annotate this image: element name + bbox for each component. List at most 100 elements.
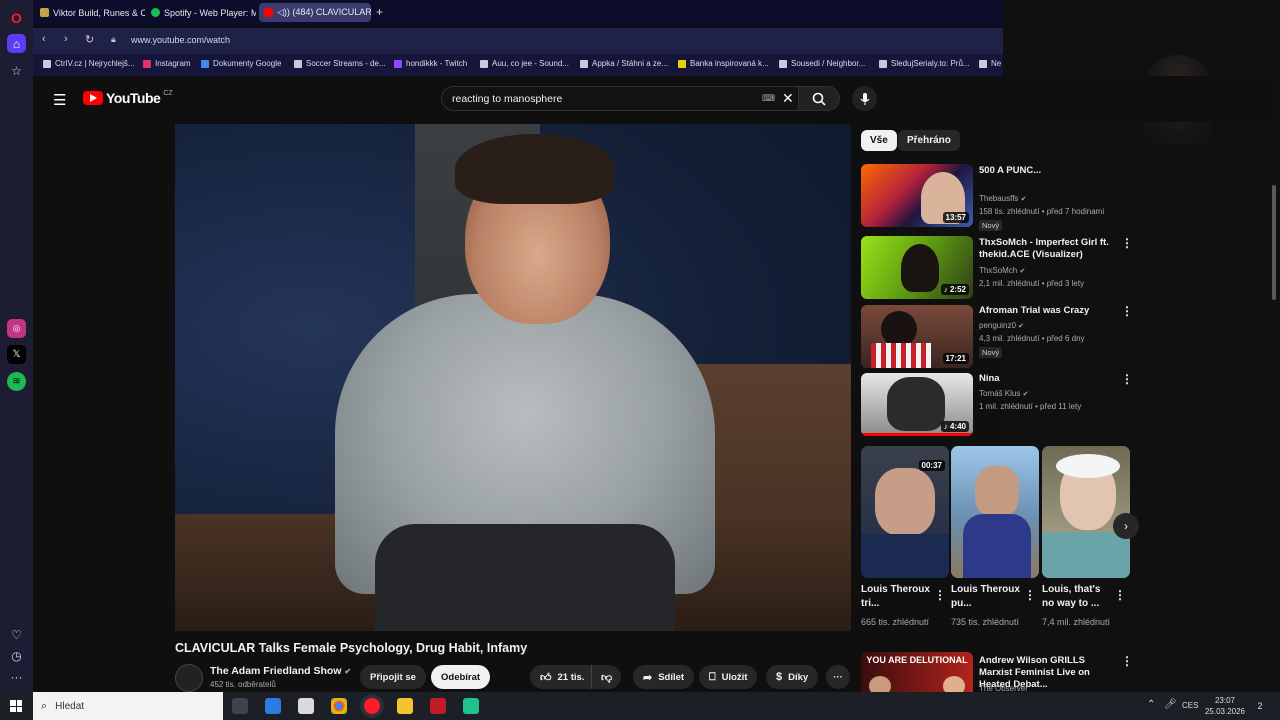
notifications-icon[interactable]: 2 — [1252, 698, 1268, 714]
recommendation-channel[interactable]: penguinz0 ✔ — [979, 321, 1024, 330]
chip-watched[interactable]: Přehráno — [898, 130, 960, 151]
search-icon: ⌕ — [41, 699, 48, 712]
recommendation-channel[interactable]: Tomáš Klus ✔ — [979, 389, 1028, 398]
more-vert-icon[interactable]: ⋮ — [1121, 305, 1133, 317]
bookmark-item[interactable]: SledujSerialy.to: Prů... — [879, 59, 970, 68]
recommendation-thumbnail[interactable]: ♪ 4:40 — [861, 373, 973, 436]
recommendation-title[interactable]: Afroman Trial was Crazy — [979, 305, 1114, 317]
instagram-icon[interactable]: ◎ — [7, 319, 26, 338]
outlook-icon[interactable] — [265, 698, 281, 714]
subscribe-button[interactable]: Odebírat — [431, 665, 491, 689]
bookmark-item[interactable]: Ne — [979, 59, 1001, 68]
more-vert-icon[interactable]: ⋮ — [1121, 655, 1133, 667]
dislike-button[interactable]: 👎︎ — [591, 665, 622, 689]
recommendation-thumbnail[interactable]: YOU ARE DELUTIONAL — [861, 652, 973, 692]
short-title[interactable]: Louis, that's no way to ... — [1042, 583, 1114, 611]
more-vert-icon[interactable]: ⋮ — [1121, 373, 1133, 385]
video-player[interactable] — [175, 124, 851, 631]
page-icon — [480, 59, 488, 68]
short-title[interactable]: Louis Theroux pu... — [951, 583, 1023, 611]
recommendation-title[interactable]: ThxSoMch - Imperfect Girl ft. thekid.ACE… — [979, 237, 1114, 261]
thanks-button[interactable]: $ Díky — [766, 665, 819, 689]
channel-name[interactable]: The Adam Friedland Show ✔ — [210, 665, 351, 677]
short-title[interactable]: Louis Theroux tri... — [861, 583, 933, 611]
bookmark-item[interactable]: Instagram — [143, 59, 191, 68]
store-icon[interactable] — [298, 698, 314, 714]
video-duration: 13:57 — [942, 212, 969, 223]
recommendation-meta: 1 mil. zhlédnutí • před 11 lety — [979, 402, 1082, 411]
file-explorer-icon[interactable] — [397, 698, 413, 714]
language-indicator[interactable]: CES — [1182, 701, 1198, 710]
more-vert-icon[interactable]: ⋮ — [1121, 237, 1133, 249]
more-vert-icon[interactable]: ⋮ — [1114, 589, 1126, 601]
back-icon[interactable]: ‹ — [42, 33, 46, 45]
page-icon — [979, 59, 987, 68]
more-vert-icon[interactable]: ⋮ — [934, 589, 946, 601]
star-icon[interactable]: ☆ — [7, 61, 26, 80]
more-actions-button[interactable]: ··· — [826, 665, 850, 689]
like-button[interactable]: 👍︎ 21 tis. — [530, 665, 595, 689]
youtube-logo[interactable]: YouTube CZ — [83, 90, 173, 106]
shorts-next-button[interactable]: › — [1113, 513, 1139, 539]
bookmark-item[interactable]: Dokumenty Google — [201, 59, 281, 68]
windows-start-icon[interactable] — [10, 700, 22, 712]
search-button[interactable] — [798, 86, 840, 111]
x-icon[interactable]: 𝕏 — [7, 345, 26, 364]
bookmark-item[interactable]: Sousedi / Neighbor... — [779, 59, 865, 68]
history-icon[interactable]: ◷ — [7, 646, 26, 665]
clock[interactable]: 23:07 25.03.2026 — [1203, 695, 1247, 717]
more-icon[interactable]: ··· — [7, 667, 26, 686]
join-button[interactable]: Připojit se — [360, 665, 426, 689]
watched-progress — [861, 433, 973, 436]
bookmark-item[interactable]: Banka inspirovaná k... — [678, 59, 769, 68]
tab-spotify[interactable]: Spotify - Web Player: Mus — [146, 3, 256, 22]
short-thumbnail[interactable] — [951, 446, 1039, 578]
recommendation-title[interactable]: 500 A PUNC... — [979, 165, 1114, 177]
url-field[interactable]: www.youtube.com/watch — [131, 35, 230, 45]
app-icon[interactable] — [463, 698, 479, 714]
short-thumbnail[interactable] — [1042, 446, 1130, 578]
keyboard-icon[interactable]: ⌨ — [762, 93, 775, 104]
taskbar-search-input[interactable]: ⌕ Hledat — [33, 692, 223, 720]
recommendation-thumbnail[interactable]: ♪ 2:52 — [861, 236, 973, 299]
microphone-icon[interactable]: 🎤︎ — [1164, 699, 1177, 710]
bookmark-item[interactable]: hondikkk - Twitch — [394, 59, 467, 68]
windows-taskbar: ⌕ Hledat ⌃ 🎤︎ CES 23:07 25.03.2026 2 — [0, 692, 1280, 720]
channel-avatar[interactable] — [175, 664, 203, 692]
bookmark-item[interactable]: Soccer Streams - de... — [294, 59, 386, 68]
reload-icon[interactable]: ↻ — [85, 33, 94, 46]
heart-icon[interactable]: ♡ — [7, 625, 26, 644]
share-button[interactable]: ➦ Sdílet — [633, 665, 695, 689]
new-tab-icon[interactable]: + — [376, 5, 383, 19]
page-scrollbar[interactable] — [1272, 185, 1276, 300]
recommendation-channel[interactable]: Thebausffs ✔ — [979, 194, 1027, 203]
more-vert-icon[interactable]: ⋮ — [1024, 589, 1036, 601]
save-button[interactable]: ⎕ Uložit — [699, 665, 758, 689]
spotify-icon[interactable]: ≋ — [7, 372, 26, 391]
chrome-icon[interactable] — [331, 698, 347, 714]
tab-viktor[interactable]: Viktor Build, Runes & Cou — [35, 3, 145, 22]
task-view-icon[interactable] — [232, 698, 248, 714]
voice-search-button[interactable] — [852, 86, 877, 111]
search-input[interactable]: reacting to manosphere ⌨ ✕ — [441, 86, 798, 111]
app-icon[interactable] — [430, 698, 446, 714]
recommendation-thumbnail[interactable]: 13:57 — [861, 164, 973, 227]
opera-taskbar-icon[interactable] — [364, 698, 380, 714]
recommendation-thumbnail[interactable]: 17:21 — [861, 305, 973, 368]
opera-sidebar: O ⌂ ☆ ◎ 𝕏 ≋ ♡ ◷ ··· — [0, 0, 33, 692]
recommendation-title[interactable]: Nina — [979, 373, 1114, 385]
chip-all[interactable]: Vše — [861, 130, 897, 151]
bookmark-item[interactable]: Auu, co jee - Sound... — [480, 59, 569, 68]
opera-logo-icon[interactable]: O — [7, 8, 26, 27]
verified-icon: ✔ — [1018, 323, 1025, 330]
clear-search-icon[interactable]: ✕ — [782, 90, 794, 107]
bookmark-item[interactable]: CtrlV.cz | Nejrychlejš... — [43, 59, 135, 68]
home-icon[interactable]: ⌂ — [7, 34, 26, 53]
short-thumbnail[interactable]: 00:37 — [861, 446, 949, 578]
menu-icon[interactable]: ☰ — [53, 91, 66, 109]
bookmark-item[interactable]: Appka / Stáhni a ze... — [580, 59, 668, 68]
recommendation-channel[interactable]: ThxSoMch ✔ — [979, 266, 1025, 275]
chevron-up-icon[interactable]: ⌃ — [1147, 699, 1155, 710]
forward-icon[interactable]: › — [64, 33, 68, 45]
tab-youtube-active[interactable]: ◁)) (484) CLAVICULAR Tal — [259, 3, 371, 22]
